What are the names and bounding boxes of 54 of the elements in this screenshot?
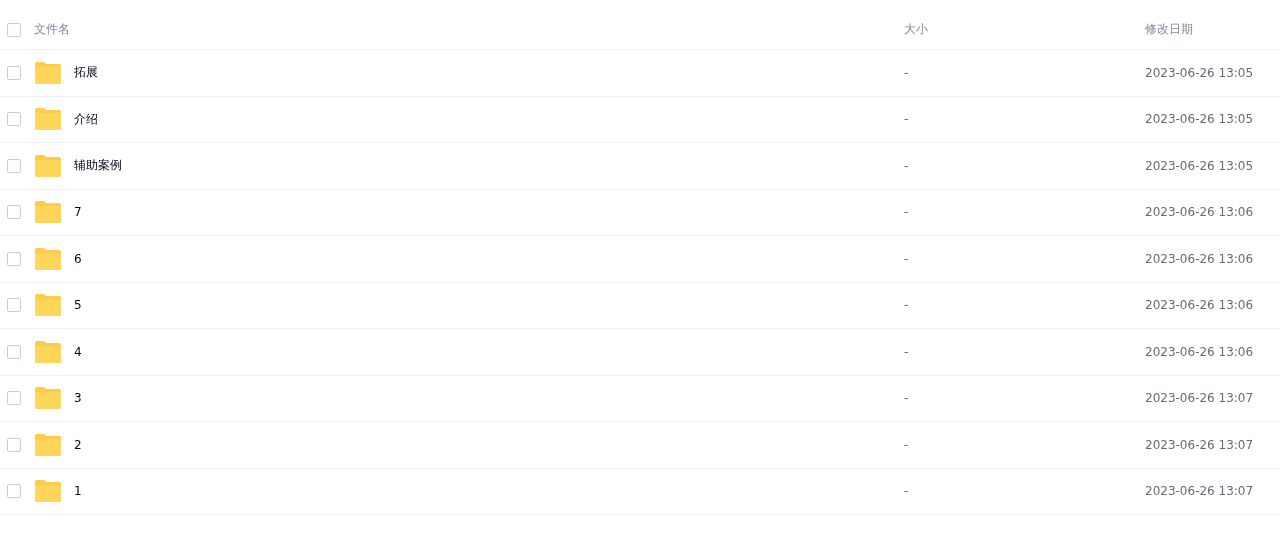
size-cell-text: - [904,251,910,266]
size-cell-text: - [904,112,910,127]
date-cell-text: 2023-06-26 13:07 [1145,437,1255,452]
folder-name[interactable]: 6 [74,251,904,266]
row-checkbox[interactable] [7,205,21,220]
size-cell-text: - [904,344,910,359]
folder-icon [34,432,62,457]
date-cell-text: 2023-06-26 13:07 [1145,391,1255,406]
folder-icon [34,246,62,271]
date-cell-text: 2023-06-26 13:05 [1145,112,1255,127]
folder-name[interactable]: 辅助案例 [74,157,904,175]
select-all-checkbox[interactable] [7,22,21,37]
folder-name[interactable]: 1 [74,484,904,499]
folder-name[interactable]: 5 [74,298,904,313]
folder-name[interactable]: 7 [74,205,904,220]
date-cell-text: 2023-06-26 13:06 [1145,344,1255,359]
row-checkbox[interactable] [7,437,21,452]
column-header[interactable]: 大小 [904,21,1145,38]
folder-name[interactable]: 介绍 [74,110,904,128]
row-checkbox[interactable] [7,251,21,266]
date-cell-text: 2023-06-26 13:06 [1145,205,1255,220]
folder-icon [34,386,62,411]
column-header[interactable]: 修改日期 [1145,21,1280,38]
row-checkbox[interactable] [7,158,21,173]
size-cell-text: - [904,437,910,452]
date-cell-text: 2023-06-26 13:07 [1145,484,1255,499]
row-checkbox[interactable] [7,484,21,499]
folder-icon [34,293,62,318]
folder-icon [34,60,62,85]
size-cell-text: - [904,65,910,80]
row-checkbox[interactable] [7,112,21,127]
column-header[interactable]: 文件名 [34,21,904,38]
date-cell-text: 2023-06-26 13:06 [1145,251,1255,266]
date-cell-text: 2023-06-26 13:05 [1145,158,1255,173]
folder-name[interactable]: 2 [74,437,904,452]
size-cell-text: - [904,298,910,313]
size-cell-text: - [904,205,910,220]
folder-icon [34,107,62,132]
folder-icon [34,200,62,225]
row-checkbox[interactable] [7,344,21,359]
date-cell-text: 2023-06-26 13:05 [1145,65,1255,80]
row-checkbox[interactable] [7,391,21,406]
row-checkbox[interactable] [7,65,21,80]
folder-icon [34,339,62,364]
folder-icon [34,153,62,178]
size-cell-text: - [904,391,910,406]
folder-name[interactable]: 4 [74,344,904,359]
folder-icon [34,479,62,504]
folder-name[interactable]: 3 [74,391,904,406]
date-cell-text: 2023-06-26 13:06 [1145,298,1255,313]
row-checkbox[interactable] [7,298,21,313]
size-cell-text: - [904,158,910,173]
size-cell-text: - [904,484,910,499]
folder-name[interactable]: 拓展 [74,64,904,82]
